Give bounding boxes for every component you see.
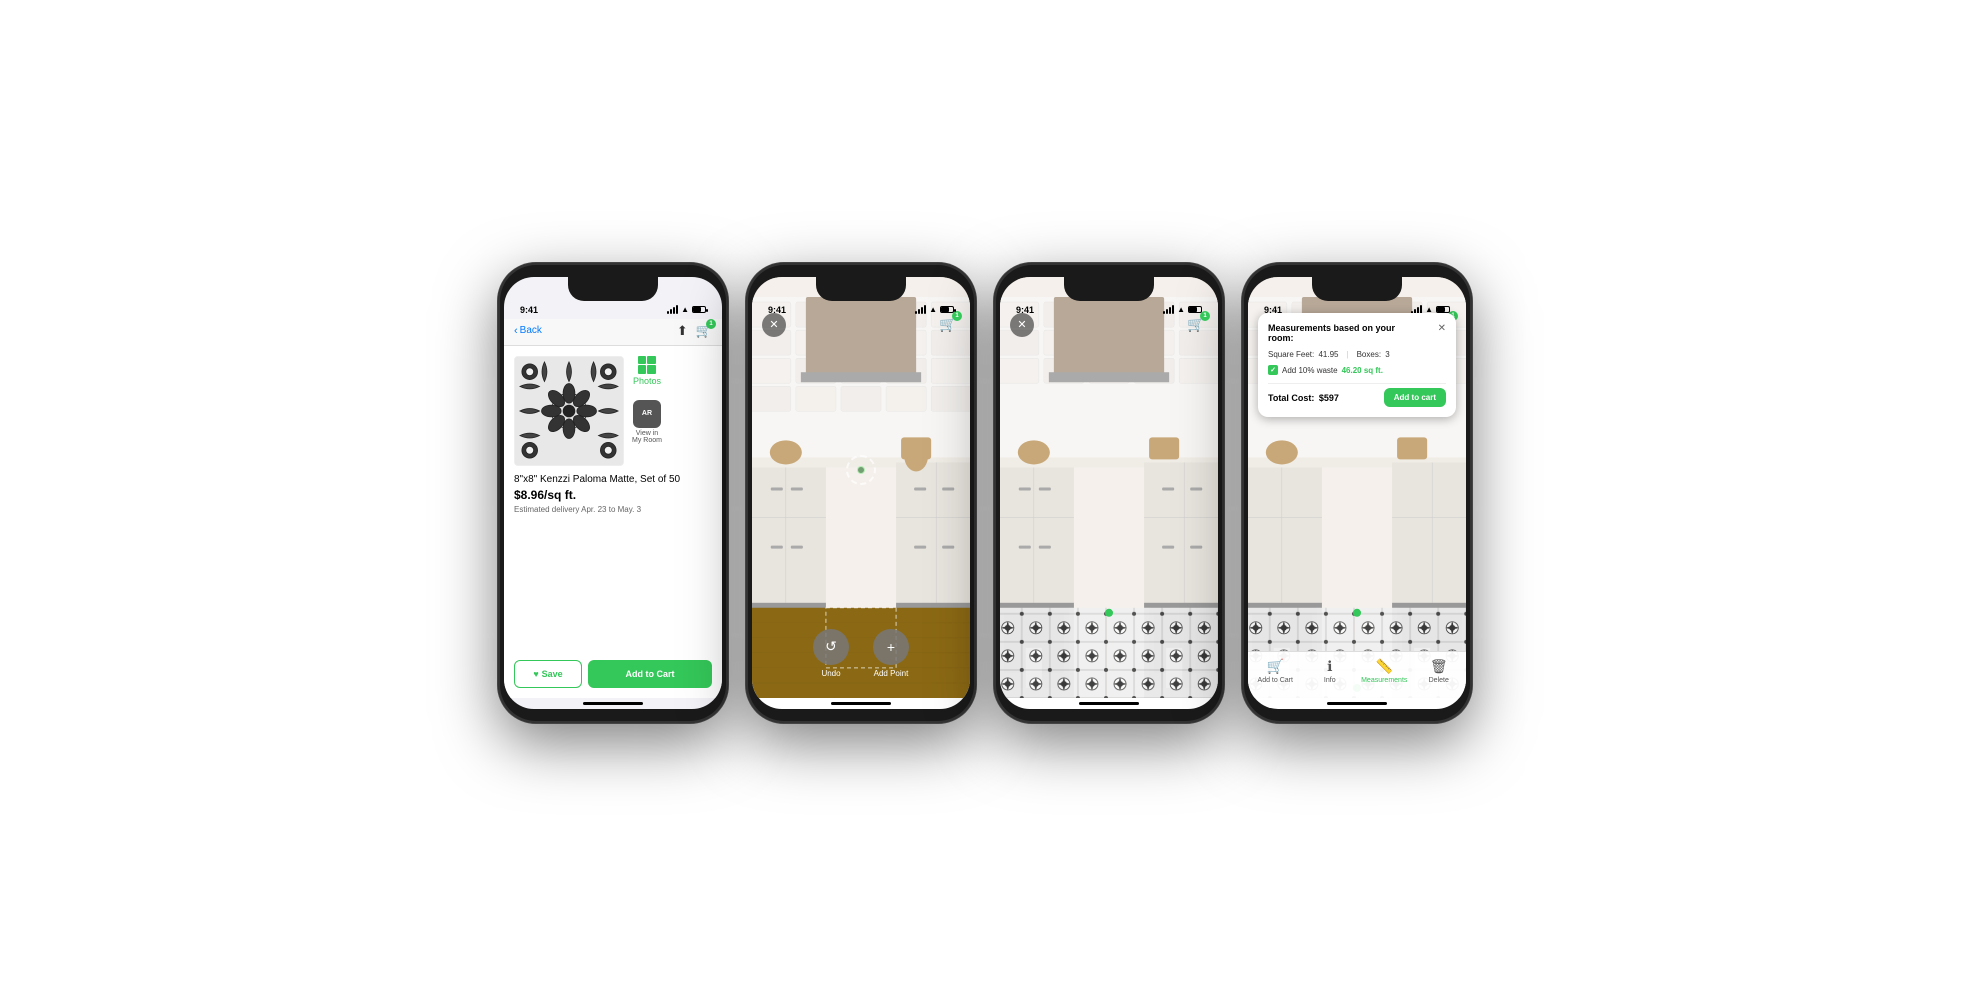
phone-4: 9:41 ▲ ✕ [1242, 263, 1472, 723]
back-button[interactable]: ‹ Back [514, 325, 542, 337]
nav-icons: ⬆ 🛒 1 [677, 323, 712, 339]
ar-button[interactable]: AR View inMy Room [632, 400, 662, 445]
phone-4-screen: 9:41 ▲ ✕ [1248, 277, 1466, 709]
add-point-icon: + [873, 629, 909, 665]
photos-button[interactable]: Photos [633, 356, 661, 386]
home-indicator-1 [583, 702, 643, 705]
notch [568, 277, 658, 301]
waste-row: ✓ Add 10% waste 46.20 sq ft. [1268, 365, 1446, 375]
toolbar-add-to-cart[interactable]: 🛒 Add to Cart [1248, 658, 1303, 684]
wifi-icon-1: ▲ [681, 305, 689, 314]
time-3: 9:41 [1016, 305, 1034, 315]
product-image [514, 356, 624, 466]
popup-header: Measurements based on your room: ✕ [1268, 323, 1446, 345]
photos-label: Photos [633, 376, 661, 386]
sq-feet-label: Square Feet: 41.95 [1268, 350, 1339, 359]
waste-value: 46.20 sq ft. [1342, 366, 1383, 375]
chevron-left-icon: ‹ [514, 325, 518, 337]
scan-indicator [846, 455, 876, 485]
popup-details: Square Feet: 41.95 | Boxes: 3 [1268, 350, 1446, 359]
delete-tool-label: Delete [1429, 677, 1449, 684]
popup-close-button[interactable]: ✕ [1438, 323, 1446, 334]
battery-1 [692, 306, 706, 313]
add-point-label: Add Point [874, 669, 909, 678]
save-label: Save [542, 669, 563, 679]
phone-3: 9:41 ▲ ✕ [994, 263, 1224, 723]
ar-bottom-controls-2: ↺ Undo + Add Point [752, 629, 970, 678]
cart-tool-label: Add to Cart [1258, 677, 1293, 684]
divider: | [1347, 350, 1349, 359]
popup-add-to-cart-button[interactable]: Add to cart [1384, 388, 1446, 407]
product-price: $8.96/sq ft. [514, 488, 712, 502]
product-delivery: Estimated delivery Apr. 23 to May. 3 [514, 505, 712, 514]
notch-4 [1312, 277, 1402, 301]
home-indicator-4 [1327, 702, 1387, 705]
cart-badge-1: 1 [706, 319, 716, 329]
total-cost: Total Cost: $597 [1268, 393, 1339, 403]
share-icon[interactable]: ⬆ [677, 323, 688, 339]
measure-tool-icon: 📏 [1376, 658, 1393, 675]
undo-button[interactable]: ↺ Undo [813, 629, 849, 678]
undo-icon: ↺ [813, 629, 849, 665]
total-row: Total Cost: $597 Add to cart [1268, 383, 1446, 407]
add-point-button[interactable]: + Add Point [873, 629, 909, 678]
back-label: Back [520, 325, 542, 336]
waste-checkbox[interactable]: ✓ [1268, 365, 1278, 375]
home-indicator-3 [1079, 702, 1139, 705]
ar-screen-2: 9:41 ▲ ✕ [752, 277, 970, 698]
signal-bars-1 [667, 305, 678, 314]
ar-toolbar-4: 🛒 Add to Cart ℹ Info 📏 Measurements 🗑 De… [1248, 651, 1466, 698]
notch-3 [1064, 277, 1154, 301]
info-tool-icon: ℹ [1327, 658, 1332, 675]
nav-bar-1: ‹ Back ⬆ 🛒 1 [504, 319, 722, 346]
product-info: 8"x8" Kenzzi Paloma Matte, Set of 50 $8.… [514, 474, 712, 514]
product-content: Photos AR View inMy Room 8"x8" Kenzzi Pa… [504, 346, 722, 698]
phones-container: 9:41 ▲ ‹ Bac [498, 263, 1472, 723]
delete-tool-icon: 🗑 [1430, 658, 1448, 675]
heart-icon: ♥ [533, 669, 538, 679]
ar-screen-4: 9:41 ▲ ✕ [1248, 277, 1466, 698]
phone-1: 9:41 ▲ ‹ Bac [498, 263, 728, 723]
toolbar-info[interactable]: ℹ Info [1303, 658, 1358, 684]
toolbar-delete[interactable]: 🗑 Delete [1412, 658, 1467, 684]
ar-badge: AR [633, 400, 661, 428]
waste-label: Add 10% waste [1282, 366, 1338, 375]
status-right-1: ▲ [667, 305, 706, 314]
ar-label: View inMy Room [632, 430, 662, 445]
toolbar-measurements[interactable]: 📏 Measurements [1357, 658, 1412, 684]
add-to-cart-button-1[interactable]: Add to Cart [588, 660, 712, 688]
popup-title: Measurements based on your room: [1268, 323, 1410, 345]
save-button[interactable]: ♥ Save [514, 660, 582, 688]
time-2: 9:41 [768, 305, 786, 315]
photos-icon [638, 356, 656, 374]
product-image-area: Photos AR View inMy Room [514, 356, 712, 466]
view-toggle: Photos AR View inMy Room [632, 356, 662, 445]
phone-3-screen: 9:41 ▲ ✕ [1000, 277, 1218, 709]
home-indicator-2 [831, 702, 891, 705]
undo-label: Undo [821, 669, 840, 678]
product-actions: ♥ Save Add to Cart [514, 654, 712, 688]
product-name: 8"x8" Kenzzi Paloma Matte, Set of 50 [514, 474, 712, 485]
phone-1-screen: 9:41 ▲ ‹ Bac [504, 277, 722, 709]
boxes-label: Boxes: 3 [1357, 350, 1390, 359]
phone-2: 9:41 ▲ ✕ [746, 263, 976, 723]
time-1: 9:41 [520, 305, 538, 315]
phone-2-screen: 9:41 ▲ ✕ [752, 277, 970, 709]
cart-button[interactable]: 🛒 1 [696, 323, 712, 339]
notch-2 [816, 277, 906, 301]
measure-tool-label: Measurements [1361, 677, 1407, 684]
info-tool-label: Info [1324, 677, 1336, 684]
ar-screen-3: 9:41 ▲ ✕ [1000, 277, 1218, 698]
measurements-popup: Measurements based on your room: ✕ Squar… [1258, 313, 1456, 418]
cart-tool-icon: 🛒 [1267, 658, 1284, 675]
